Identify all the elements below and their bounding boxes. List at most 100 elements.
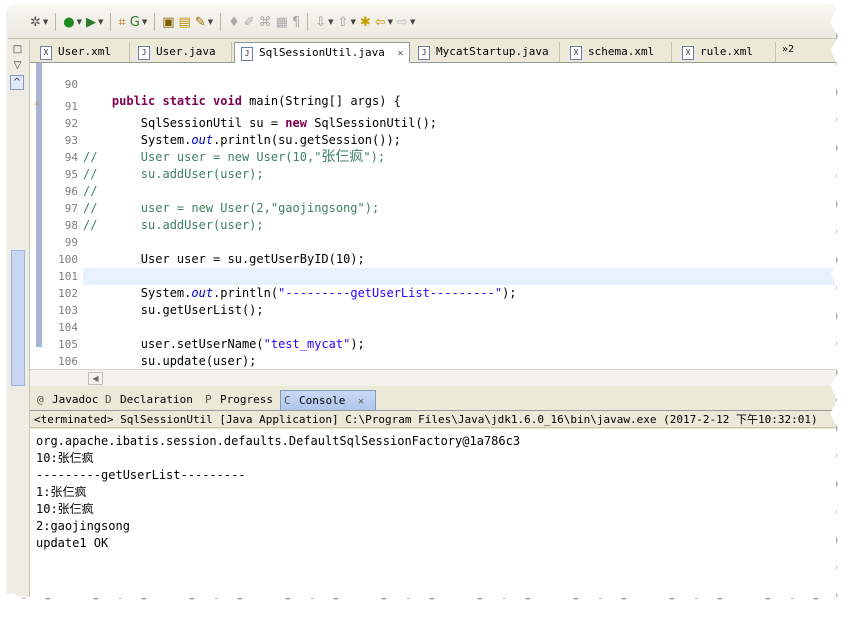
run-icon[interactable]: ● ▼ [63,12,82,32]
tab-label: SqlSessionUtil.java [259,46,385,59]
code-text: // su.addUser(user); [83,167,264,181]
tab-schema-xml[interactable]: X schema.xml [564,42,672,62]
scroll-up-icon[interactable]: ^ [10,75,24,90]
more-tabs-button[interactable]: »2 [782,44,794,55]
code-line: 95 // [30,149,98,198]
tab-user-xml[interactable]: X User.xml [34,42,130,62]
block-selection-icon[interactable]: ▦ [276,12,288,32]
code-line: 105 su.update(user); [30,319,256,368]
console-output[interactable]: org.apache.ibatis.session.defaults.Defau… [30,429,836,598]
javadoc-icon: @ [37,393,44,406]
tab-label: Declaration [120,393,193,406]
new-class-icon[interactable]: G ▼ [130,12,147,32]
code-text: // su.addUser(user); [83,218,264,232]
code-text: User user = su.getUserByID(10); [83,252,365,266]
paragraph-icon[interactable]: ¶ [292,12,300,32]
toggle-mark-icon[interactable]: ✐ [244,12,255,32]
tab-declaration[interactable]: D Declaration [102,390,198,410]
tab-console[interactable]: C Console ✕ [280,390,376,410]
annotation-icon[interactable]: ♦ [228,12,240,32]
prev-annotation-icon[interactable]: ⇧ ▼ [338,12,356,32]
tab-mycatstartup-java[interactable]: J MycatStartup.java [412,42,560,62]
code-line: 91 SqlSessionUtil su = new SqlSessionUti… [30,81,437,130]
code-line: 98 [30,200,78,232]
overview-scrollbar[interactable] [11,250,25,386]
forward-icon[interactable]: ⇨ ▼ [397,12,415,32]
console-line: update1 OK [36,536,109,550]
code-text: SqlSessionUtil su = new SqlSessionUtil()… [83,116,438,130]
torn-edge-bottom [0,593,854,609]
xml-file-icon: X [40,46,52,60]
minimize-view-icon[interactable]: ▽ [10,59,25,72]
code-line: 96 // user = new User(2,"gaojingsong"); [30,166,379,215]
code-line: 90 public static void main(String[] args… [30,63,401,108]
code-text: // user = new User(2,"gaojingsong"); [83,201,380,215]
toolbar-separator [220,13,222,31]
tab-label: schema.xml [588,45,655,58]
current-line-highlight [83,268,836,285]
tab-label: rule.xml [700,45,753,58]
code-line: 97 // su.addUser(user); [30,183,264,232]
close-icon[interactable]: ✕ [397,48,403,59]
code-text: user.setUserName("test_mycat"); [83,337,365,351]
tab-sqlsessionutil-java[interactable]: J SqlSessionUtil.java ✕ [234,42,410,63]
search-icon[interactable]: ✎ ▼ [195,12,213,32]
open-type-icon[interactable]: ▣ [162,12,174,32]
code-line: 92 System.out.println(su.getSession()); [30,98,401,147]
console-icon: C [284,394,291,407]
console-line: ---------getUserList--------- [36,468,246,482]
code-text: public static void main(String[] args) { [111,94,401,108]
code-line: 103 [30,285,78,317]
code-line: 101 System.out.println("---------getUser… [30,251,516,300]
toolbar-separator [154,13,156,31]
view-tabs: @ Javadoc D Declaration P Progress C Con… [30,388,836,411]
code-line: 102 su.getUserList(); [30,268,264,317]
code-line: 107 } [30,353,73,369]
tab-label: User.xml [58,45,111,58]
debug-icon[interactable]: ✲ ▼ [30,12,48,32]
code-text: System.out.println(su.getSession()); [83,133,401,147]
code-line: 94 // su.addUser(user); [30,132,264,181]
xml-file-icon: X [682,46,694,60]
code-text: su.update(user); [83,354,257,368]
editor-tabs: X User.xml J User.java J SqlSessionUtil.… [30,40,836,63]
left-trim: □ ▽ ^ [8,40,30,598]
java-file-icon: J [418,46,430,60]
code-line: 93 // User user = new User(10,"张仨疯"); [30,115,385,165]
declaration-icon: D [105,393,112,406]
toolbar-separator [55,13,57,31]
open-task-icon[interactable]: ▤ [179,12,191,32]
code-text: su.getUserList(); [83,303,264,317]
tab-rule-xml[interactable]: X rule.xml [676,42,776,62]
main-toolbar: ✲ ▼ ● ▼ ▶ ▼ ⌗ G ▼ ▣ ▤ ✎ ▼ ♦ ✐ ⌘ ▦ ¶ ⇩ ▼ ⇧ ▼ ✱ ⇦… [8,6,836,39]
tab-javadoc[interactable]: @ Javadoc [34,390,98,410]
console-line: org.apache.ibatis.session.defaults.Defau… [36,434,521,448]
tab-label: User.java [156,45,216,58]
scroll-left-icon[interactable]: ◀ [88,372,103,385]
restore-icon[interactable]: □ [10,43,25,56]
close-icon[interactable]: ✕ [358,396,364,407]
code-editor[interactable]: ⚠ 90 public static void main(String[] ar… [30,63,836,369]
tab-label: Javadoc [52,393,99,406]
code-text: System.out.println("---------getUserList… [83,286,517,300]
last-edit-icon[interactable]: ✱ [360,12,371,32]
torn-edge-right [828,0,848,617]
code-text: // User user = new User(10,"张仨疯"); [83,149,386,165]
console-line: 1:张仨疯 [36,485,87,499]
java-file-icon: J [138,46,150,60]
xml-file-icon: X [570,46,582,60]
java-file-icon: J [241,47,253,61]
code-line: 100 [30,234,78,266]
next-annotation-icon[interactable]: ⇩ ▼ [315,12,333,32]
console-line: 10:张仨疯 [36,502,94,516]
progress-icon: P [205,393,212,406]
tab-progress[interactable]: P Progress [202,390,278,410]
back-icon[interactable]: ⇦ ▼ [375,12,393,32]
run-external-icon[interactable]: ▶ ▼ [86,12,103,32]
new-java-project-icon[interactable]: ⌗ [118,12,125,32]
show-whitespace-icon[interactable]: ⌘ [259,12,272,32]
tab-label: Console [299,394,346,407]
horizontal-scrollbar[interactable]: ◀ [30,369,836,386]
toolbar-separator [307,13,309,31]
tab-user-java[interactable]: J User.java [132,42,232,62]
